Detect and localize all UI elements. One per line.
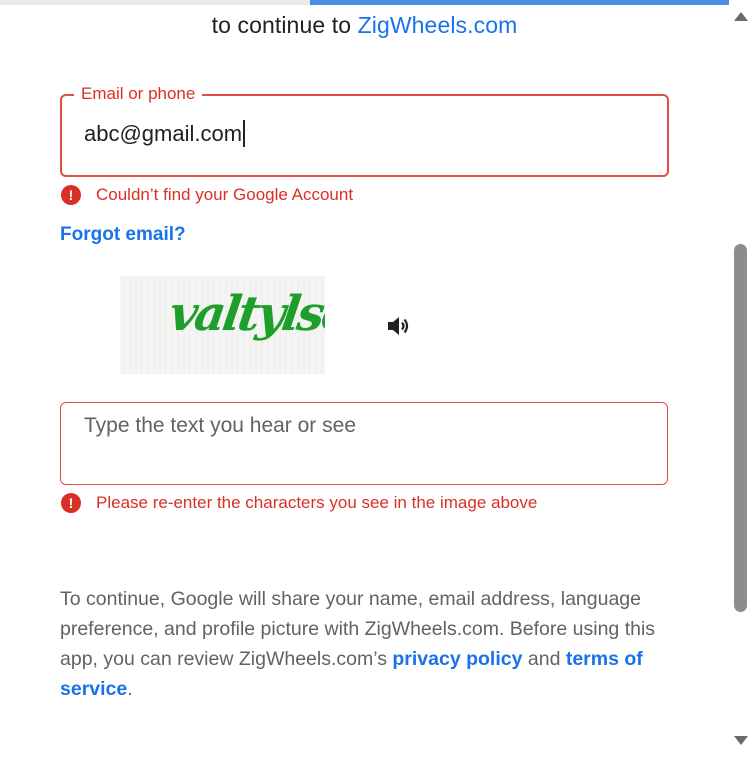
- app-name-link[interactable]: ZigWheels.com: [358, 12, 518, 38]
- speaker-icon[interactable]: [385, 314, 411, 338]
- subtitle-prefix: to continue to: [211, 12, 352, 38]
- captcha-input[interactable]: [84, 414, 644, 438]
- email-error-text: Couldn’t find your Google Account: [96, 185, 354, 204]
- email-input-value: abc@gmail.com: [84, 120, 243, 146]
- text-caret: [243, 120, 246, 147]
- scroll-down-arrow-icon[interactable]: [734, 736, 748, 745]
- captcha-error: ! Please re-enter the characters you see…: [61, 493, 537, 513]
- consent-text: To continue, Google will share your name…: [60, 584, 680, 704]
- sign-in-page: to continue to ZigWheels.com Email or ph…: [0, 0, 752, 758]
- forgot-email-link[interactable]: Forgot email?: [60, 224, 186, 246]
- error-icon: !: [61, 185, 81, 205]
- privacy-policy-link[interactable]: privacy policy: [392, 648, 522, 670]
- progress-bar-fill: [310, 0, 729, 5]
- error-icon: !: [61, 493, 81, 513]
- consent-period: .: [127, 678, 133, 700]
- scrollbar-thumb[interactable]: [734, 244, 747, 612]
- scroll-up-arrow-icon[interactable]: [734, 12, 748, 21]
- email-field-label: Email or phone: [74, 83, 203, 105]
- progress-bar: [0, 0, 729, 5]
- email-error: ! Couldn’t find your Google Account: [61, 185, 353, 205]
- captcha-error-text: Please re-enter the characters you see i…: [96, 493, 538, 512]
- page-subtitle: to continue to ZigWheels.com: [0, 12, 729, 39]
- email-input[interactable]: abc@gmail.com: [84, 120, 246, 147]
- consent-and: and: [527, 648, 561, 670]
- captcha-text: valtylso: [166, 286, 325, 342]
- captcha-image: valtylso: [120, 276, 325, 374]
